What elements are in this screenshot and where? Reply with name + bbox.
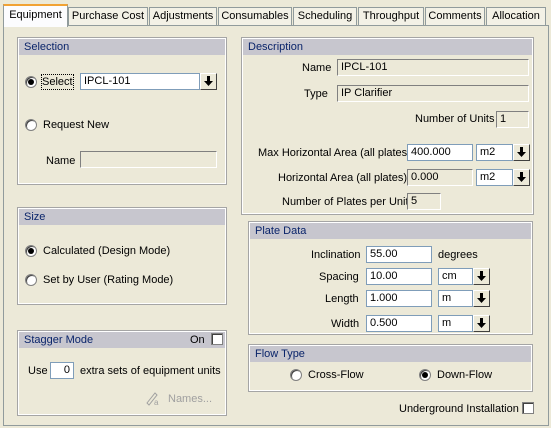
length-input[interactable]: 1.000 xyxy=(366,290,432,307)
tab-purchase-cost[interactable]: Purchase Cost xyxy=(68,7,148,26)
flow-type-header: Flow Type xyxy=(250,346,531,362)
length-unit[interactable]: m xyxy=(438,290,473,307)
inclination-unit: degrees xyxy=(438,249,478,261)
max-area-unit[interactable]: m2 xyxy=(476,144,513,161)
request-new-radio[interactable] xyxy=(25,119,37,131)
area-unit[interactable]: m2 xyxy=(476,169,513,186)
width-unit[interactable]: m xyxy=(438,315,473,332)
plate-data-header: Plate Data xyxy=(250,223,531,239)
underground-checkbox[interactable] xyxy=(522,402,534,414)
units-field[interactable]: 1 xyxy=(496,111,529,128)
tab-adjustments[interactable]: Adjustments xyxy=(149,7,217,26)
select-radio[interactable] xyxy=(25,76,37,88)
tab-throughput[interactable]: Throughput xyxy=(358,7,424,26)
arrow-down-icon xyxy=(477,293,486,303)
length-label: Length xyxy=(325,293,359,305)
inclination-input[interactable]: 55.00 xyxy=(366,246,432,263)
area-label: Horizontal Area (all plates) xyxy=(278,172,408,184)
spacing-unit-dropdown[interactable] xyxy=(473,268,490,285)
arrow-down-icon xyxy=(477,271,486,281)
area-unit-dropdown[interactable] xyxy=(513,169,530,186)
stagger-on-label: On xyxy=(190,334,205,346)
plates-field[interactable]: 5 xyxy=(407,193,441,210)
tab-comments[interactable]: Comments xyxy=(425,7,485,26)
size-header: Size xyxy=(19,209,225,225)
request-new-label[interactable]: Request New xyxy=(43,118,109,132)
desc-name-field[interactable]: IPCL-101 xyxy=(337,59,529,76)
names-button[interactable]: Names... xyxy=(168,392,212,406)
extra-sets-input[interactable]: 0 xyxy=(50,362,74,379)
max-area-input[interactable]: 400.000 xyxy=(407,144,473,161)
tab-scheduling[interactable]: Scheduling xyxy=(293,7,357,26)
stagger-on-checkbox[interactable] xyxy=(211,333,223,345)
down-flow-label[interactable]: Down-Flow xyxy=(437,368,492,382)
selection-header: Selection xyxy=(19,39,225,55)
spacing-label: Spacing xyxy=(319,271,359,283)
calculated-radio[interactable] xyxy=(25,245,37,257)
width-input[interactable]: 0.500 xyxy=(366,315,432,332)
calculated-label[interactable]: Calculated (Design Mode) xyxy=(43,244,170,258)
max-area-unit-dropdown[interactable] xyxy=(513,144,530,161)
arrow-down-icon xyxy=(204,76,213,86)
tab-allocation[interactable]: Allocation xyxy=(486,7,546,26)
cross-flow-radio[interactable] xyxy=(290,369,302,381)
width-label: Width xyxy=(331,318,360,330)
units-label: Number of Units xyxy=(415,113,495,125)
desc-type-field[interactable]: IP Clarifier xyxy=(337,85,529,102)
tab-equipment[interactable]: Equipment xyxy=(3,4,68,27)
arrow-down-icon xyxy=(517,172,526,182)
use-label: Use xyxy=(28,365,48,377)
max-area-label: Max Horizontal Area (all plates) xyxy=(258,147,411,159)
cross-flow-label[interactable]: Cross-Flow xyxy=(308,368,364,382)
tab-consumables[interactable]: Consumables xyxy=(218,7,292,26)
desc-type-label: Type xyxy=(304,88,328,100)
pen-icon: a xyxy=(146,392,159,406)
select-label[interactable]: Select xyxy=(41,74,74,90)
arrow-down-icon xyxy=(517,147,526,157)
set-by-user-radio[interactable] xyxy=(25,274,37,286)
desc-name-label: Name xyxy=(302,62,332,74)
arrow-down-icon xyxy=(477,318,486,328)
request-name-field[interactable] xyxy=(80,151,217,168)
spacing-unit[interactable]: cm xyxy=(438,268,473,285)
select-dropdown-button[interactable] xyxy=(200,73,217,90)
length-unit-dropdown[interactable] xyxy=(473,290,490,307)
select-field[interactable]: IPCL-101 xyxy=(80,73,200,90)
plates-label: Number of Plates per Unit xyxy=(282,196,409,208)
description-header: Description xyxy=(243,39,532,55)
set-by-user-label[interactable]: Set by User (Rating Mode) xyxy=(43,273,173,287)
inclination-label: Inclination xyxy=(311,249,361,261)
tab-bar: Equipment Purchase Cost Adjustments Cons… xyxy=(0,0,551,27)
svg-text:a: a xyxy=(154,398,159,406)
width-unit-dropdown[interactable] xyxy=(473,315,490,332)
area-field[interactable]: 0.000 xyxy=(407,169,473,186)
extra-sets-label: extra sets of equipment units xyxy=(80,365,221,377)
name-label: Name xyxy=(46,155,76,167)
down-flow-radio[interactable] xyxy=(419,369,431,381)
underground-label: Underground Installation xyxy=(399,403,519,415)
spacing-input[interactable]: 10.00 xyxy=(366,268,432,285)
